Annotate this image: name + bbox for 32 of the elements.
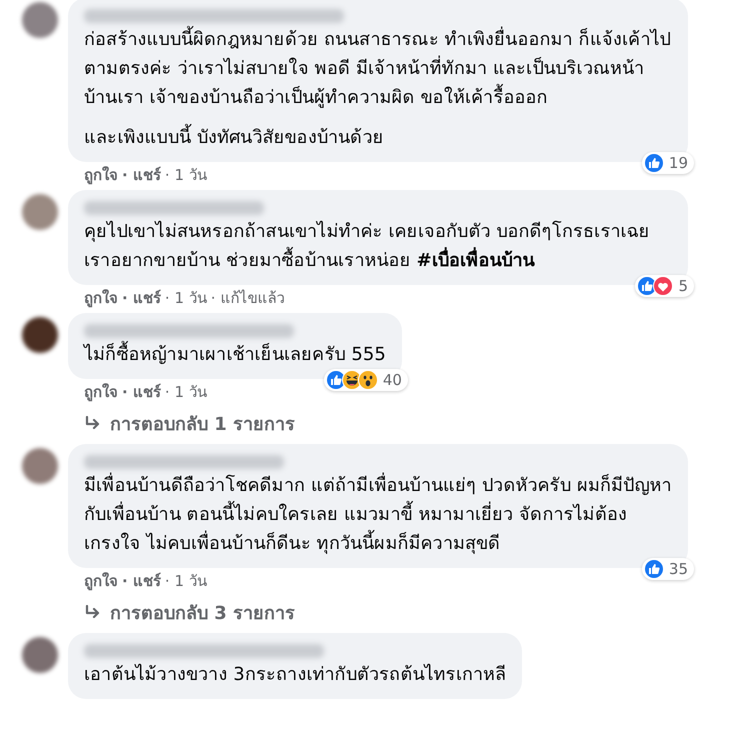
comment-text: มีเพื่อนบ้านดีถือว่าโชคดีมาก แต่ถ้ามีเพื่อนบ้านแย่ๆ ปวดหัวครับ ผมก็มีปัญหากับเพื่อนบ้าน ตอนนี้ไม่คบใครเลย แมวมาขี้ หมามาเยี่ยว จัดการไม่ต้องเกรงใจ ไม่คบเพื่อนบ้านก็ดีนะ ทุกวันนี้ผมก็มีความสุขดี (84, 471, 672, 558)
share-link[interactable]: · แชร์ (122, 383, 161, 401)
like-reaction-icon (644, 559, 664, 579)
share-link[interactable]: · แชร์ (122, 572, 161, 590)
comment-text: และเพิงแบบนี้ บังทัศนวิสัยของบ้านด้วย (84, 123, 672, 152)
reaction-summary[interactable]: 5 (635, 275, 694, 297)
heart-reaction-icon (653, 276, 674, 296)
comment-text: ไม่ก็ซื้อหญ้ามาเผาเช้าเย็นเลยครับ 555 (84, 340, 386, 369)
timestamp[interactable]: · 1 วัน (164, 289, 207, 307)
like-link[interactable]: ถูกใจ (84, 166, 118, 184)
share-link[interactable]: · แชร์ (122, 289, 161, 307)
like-link[interactable]: ถูกใจ (84, 572, 118, 590)
reaction-summary[interactable]: 19 (642, 152, 694, 174)
like-link[interactable]: ถูกใจ (84, 383, 118, 401)
view-replies-link[interactable]: การตอบกลับ 3 รายการ (110, 598, 296, 627)
avatar[interactable] (22, 317, 58, 353)
reply-arrow-icon (84, 416, 102, 432)
comment-text: ก่อสร้างแบบนี้ผิดกฎหมายด้วย ถนนสาธารณะ ทำเพิงยื่นออกมา ก็แจ้งเค้าไปตามตรงค่ะ ว่าเราไม่สบายใจ พอดี มีเจ้าหน้าที่ทักมา และเป็นบริเวณหน้าบ้านเรา เจ้าของบ้านถือว่าเป็นผู้ทำความผิด ขอให้เค้ารื้อออก (84, 25, 672, 112)
comment-text: คุยไปเขาไม่สนหรอกถ้าสนเขาไม่ทำค่ะ เคยเจอกับตัว บอกดีๆโกรธเราเฉย เราอยากขายบ้าน ช่วยมาซื้อบ้านเราหน่อย #เบื่อเพื่อนบ้าน (84, 220, 651, 273)
reaction-summary[interactable]: 35 (642, 558, 694, 580)
view-replies-link[interactable]: การตอบกลับ 1 รายการ (110, 409, 296, 438)
reaction-summary[interactable]: 40 (324, 369, 408, 391)
edited-label: · แก้ไขแล้ว (210, 289, 284, 307)
share-link[interactable]: · แชร์ (122, 166, 161, 184)
timestamp[interactable]: · 1 วัน (164, 166, 207, 184)
timestamp[interactable]: · 1 วัน (164, 383, 207, 401)
timestamp[interactable]: · 1 วัน (164, 572, 207, 590)
like-reaction-icon (644, 153, 664, 173)
surprised-reaction-icon (358, 370, 378, 390)
like-link[interactable]: ถูกใจ (84, 289, 118, 307)
reply-arrow-icon (84, 604, 102, 620)
comment-text: เอาต้นไม้วางขวาง 3กระถางเท่ากับตัวรถต้นไทรเกาหลี (84, 662, 506, 687)
